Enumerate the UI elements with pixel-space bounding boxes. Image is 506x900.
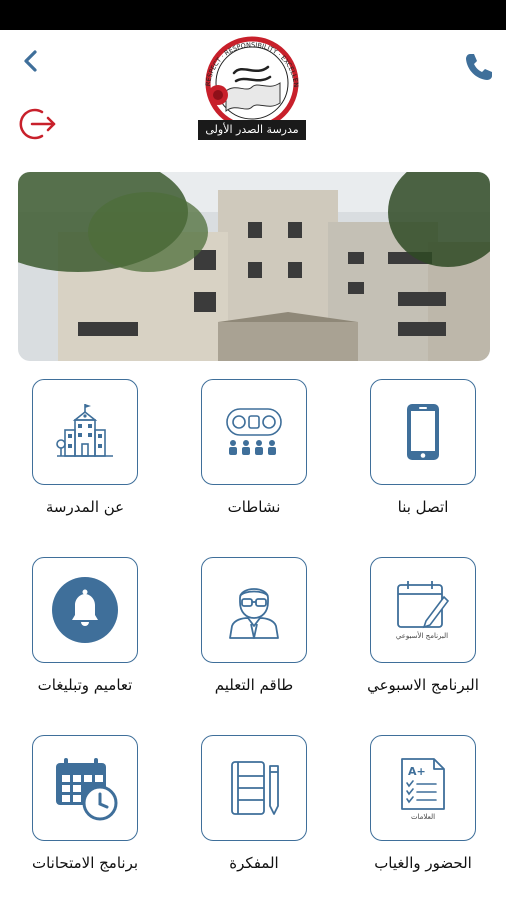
status-bar [0, 0, 506, 30]
school-building-photo [18, 172, 490, 361]
school-building-icon [56, 404, 113, 457]
menu-label-planner[interactable]: المفكرة [170, 854, 338, 872]
menu-tile-exam-schedule[interactable] [32, 735, 138, 841]
weekly-schedule-caption: البرنامج الأسبوعي [396, 631, 448, 640]
menu-tile-announcements[interactable] [32, 557, 138, 663]
menu-label-announcements[interactable]: تعاميم وتبليغات [1, 676, 169, 694]
menu-label-exam-schedule[interactable]: برنامج الامتحانات [1, 854, 169, 872]
menu-tile-weekly-schedule[interactable]: البرنامج الأسبوعي [370, 557, 476, 663]
menu-tile-contact[interactable] [370, 379, 476, 485]
exam-calendar-icon [56, 758, 118, 821]
weekly-schedule-icon: البرنامج الأسبوعي [396, 581, 450, 640]
menu-label-attendance[interactable]: الحضور والغياب [339, 854, 506, 872]
menu-tile-attendance[interactable]: A+ العلامات [370, 735, 476, 841]
smartphone-icon [407, 404, 439, 460]
grades-checklist-icon: A+ العلامات [401, 758, 445, 821]
menu-label-teaching-staff[interactable]: طاقم التعليم [170, 676, 338, 694]
notebook-icon [231, 761, 279, 815]
activities-icon [226, 408, 282, 455]
bell-icon [52, 577, 118, 643]
menu-label-weekly-schedule[interactable]: البرنامج الاسبوعي [339, 676, 506, 694]
attendance-caption: العلامات [411, 813, 435, 821]
menu-label-activities[interactable]: نشاطات [170, 498, 338, 516]
teacher-icon [229, 588, 279, 639]
school-name: مدرسة الصدر الأولى [198, 120, 306, 140]
menu-label-about-school[interactable]: عن المدرسة [1, 498, 169, 516]
menu-label-contact[interactable]: اتصل بنا [339, 498, 506, 516]
logout-icon[interactable] [16, 104, 58, 144]
svg-text:A+: A+ [408, 765, 426, 778]
menu-tile-planner[interactable] [201, 735, 307, 841]
menu-tile-teaching-staff[interactable] [201, 557, 307, 663]
menu-tile-activities[interactable] [201, 379, 307, 485]
menu-tile-about-school[interactable] [32, 379, 138, 485]
back-arrow-icon[interactable] [18, 48, 44, 74]
phone-icon[interactable] [462, 50, 496, 84]
